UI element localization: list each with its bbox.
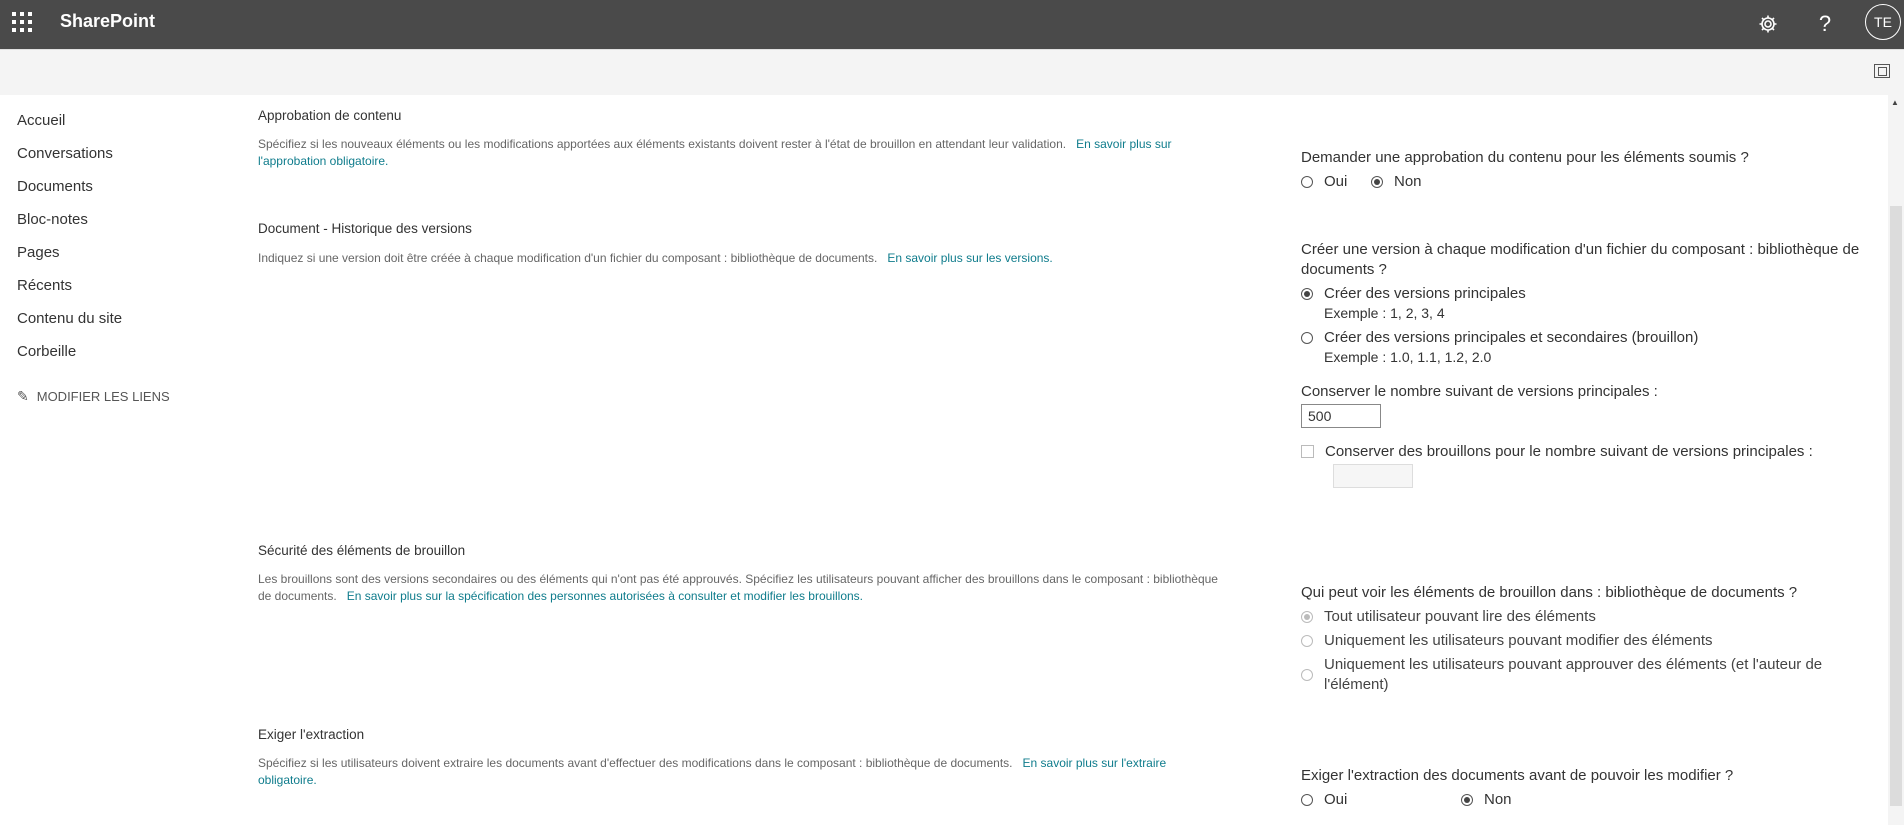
nav-item-bloc-notes[interactable]: Bloc-notes [17,209,217,242]
draft-approve-radio[interactable] [1301,669,1313,681]
checkout-section-desc: Spécifiez si les utilisateurs doivent ex… [258,755,1218,789]
edit-links-button[interactable]: ✎ MODIFIER LES LIENS [17,388,217,405]
versions-section-title: Document - Historique des versions [258,221,472,236]
focus-mode-icon[interactable] [1874,64,1890,78]
draft-security-learn-more-link[interactable]: En savoir plus sur la spécification des … [347,589,863,603]
nav-item-accueil[interactable]: Accueil [17,110,217,143]
draft-security-section-title: Sécurité des éléments de brouillon [258,543,466,558]
gear-icon[interactable] [1753,9,1783,39]
keep-drafts-label: Conserver des brouillons pour le nombre … [1325,443,1813,460]
versions-minor-example: Exemple : 1.0, 1.1, 1.2, 2.0 [1324,349,1492,365]
checkout-no-label: Non [1484,791,1512,808]
draft-read-label: Tout utilisateur pouvant lire des élémen… [1324,608,1596,625]
scroll-up-icon[interactable]: ▲ [1891,98,1899,107]
versions-section-desc: Indiquez si une version doit être créée … [258,250,1218,267]
draft-approve-label: Uniquement les utilisateurs pouvant appr… [1324,656,1823,693]
versions-minor-radio[interactable] [1301,332,1313,344]
keep-major-input[interactable] [1301,404,1381,428]
approval-yes-label: Oui [1324,173,1348,190]
nav-item-documents[interactable]: Documents [17,176,217,209]
command-bar [0,49,1904,95]
draft-security-section-desc: Les brouillons sont des versions seconda… [258,571,1218,605]
keep-major-label: Conserver le nombre suivant de versions … [1301,383,1658,400]
approval-section-title: Approbation de contenu [258,108,402,123]
versions-desc-text: Indiquez si une version doit être créée … [258,251,878,265]
app-launcher-icon[interactable] [12,12,32,32]
checkout-yes-label: Oui [1324,791,1348,808]
versions-major-label: Créer des versions principales [1324,285,1526,302]
approval-yes-radio[interactable] [1301,176,1313,188]
vertical-scrollbar[interactable]: ▲ [1888,94,1904,825]
checkout-question: Exiger l'extraction des documents avant … [1301,767,1734,784]
checkout-options: Exiger l'extraction des documents avant … [1301,766,1881,810]
brand-title[interactable]: SharePoint [60,11,155,32]
nav-item-site-contents[interactable]: Contenu du site [17,308,217,341]
draft-security-options: Qui peut voir les éléments de brouillon … [1301,583,1881,695]
edit-links-label: MODIFIER LES LIENS [36,389,170,404]
left-navigation: Accueil Conversations Documents Bloc-not… [17,110,217,405]
versions-options: Créer une version à chaque modification … [1301,240,1881,488]
checkout-section-title: Exiger l'extraction [258,727,365,742]
checkout-desc-text: Spécifiez si les utilisateurs doivent ex… [258,756,1013,770]
approval-no-radio[interactable] [1371,176,1383,188]
draft-security-question: Qui peut voir les éléments de brouillon … [1301,584,1798,601]
nav-item-recycle-bin[interactable]: Corbeille [17,341,217,374]
draft-read-radio[interactable] [1301,611,1313,623]
draft-edit-label: Uniquement les utilisateurs pouvant modi… [1324,632,1713,649]
approval-desc-text: Spécifiez si les nouveaux éléments ou le… [258,137,1067,151]
versions-major-example: Exemple : 1, 2, 3, 4 [1324,305,1445,321]
versions-major-radio[interactable] [1301,288,1313,300]
approval-options: Demander une approbation du contenu pour… [1301,148,1881,192]
checkout-no-radio[interactable] [1461,794,1473,806]
versions-learn-more-link[interactable]: En savoir plus sur les versions. [887,251,1052,265]
keep-drafts-checkbox[interactable] [1301,445,1314,458]
pencil-icon: ✎ [17,388,29,404]
nav-item-conversations[interactable]: Conversations [17,143,217,176]
versions-question: Créer une version à chaque modification … [1301,241,1860,278]
suite-header: SharePoint ? TE [0,0,1904,49]
scrollbar-thumb[interactable] [1890,206,1902,806]
checkout-yes-radio[interactable] [1301,794,1313,806]
approval-question: Demander une approbation du contenu pour… [1301,149,1749,166]
approval-section-desc: Spécifiez si les nouveaux éléments ou le… [258,136,1218,170]
approval-no-label: Non [1394,173,1422,190]
nav-item-pages[interactable]: Pages [17,242,217,275]
draft-edit-radio[interactable] [1301,635,1313,647]
keep-drafts-input[interactable] [1333,464,1413,488]
versions-minor-label: Créer des versions principales et second… [1324,329,1699,346]
help-icon[interactable]: ? [1810,9,1840,39]
nav-item-recents[interactable]: Récents [17,275,217,308]
avatar[interactable]: TE [1865,4,1901,40]
